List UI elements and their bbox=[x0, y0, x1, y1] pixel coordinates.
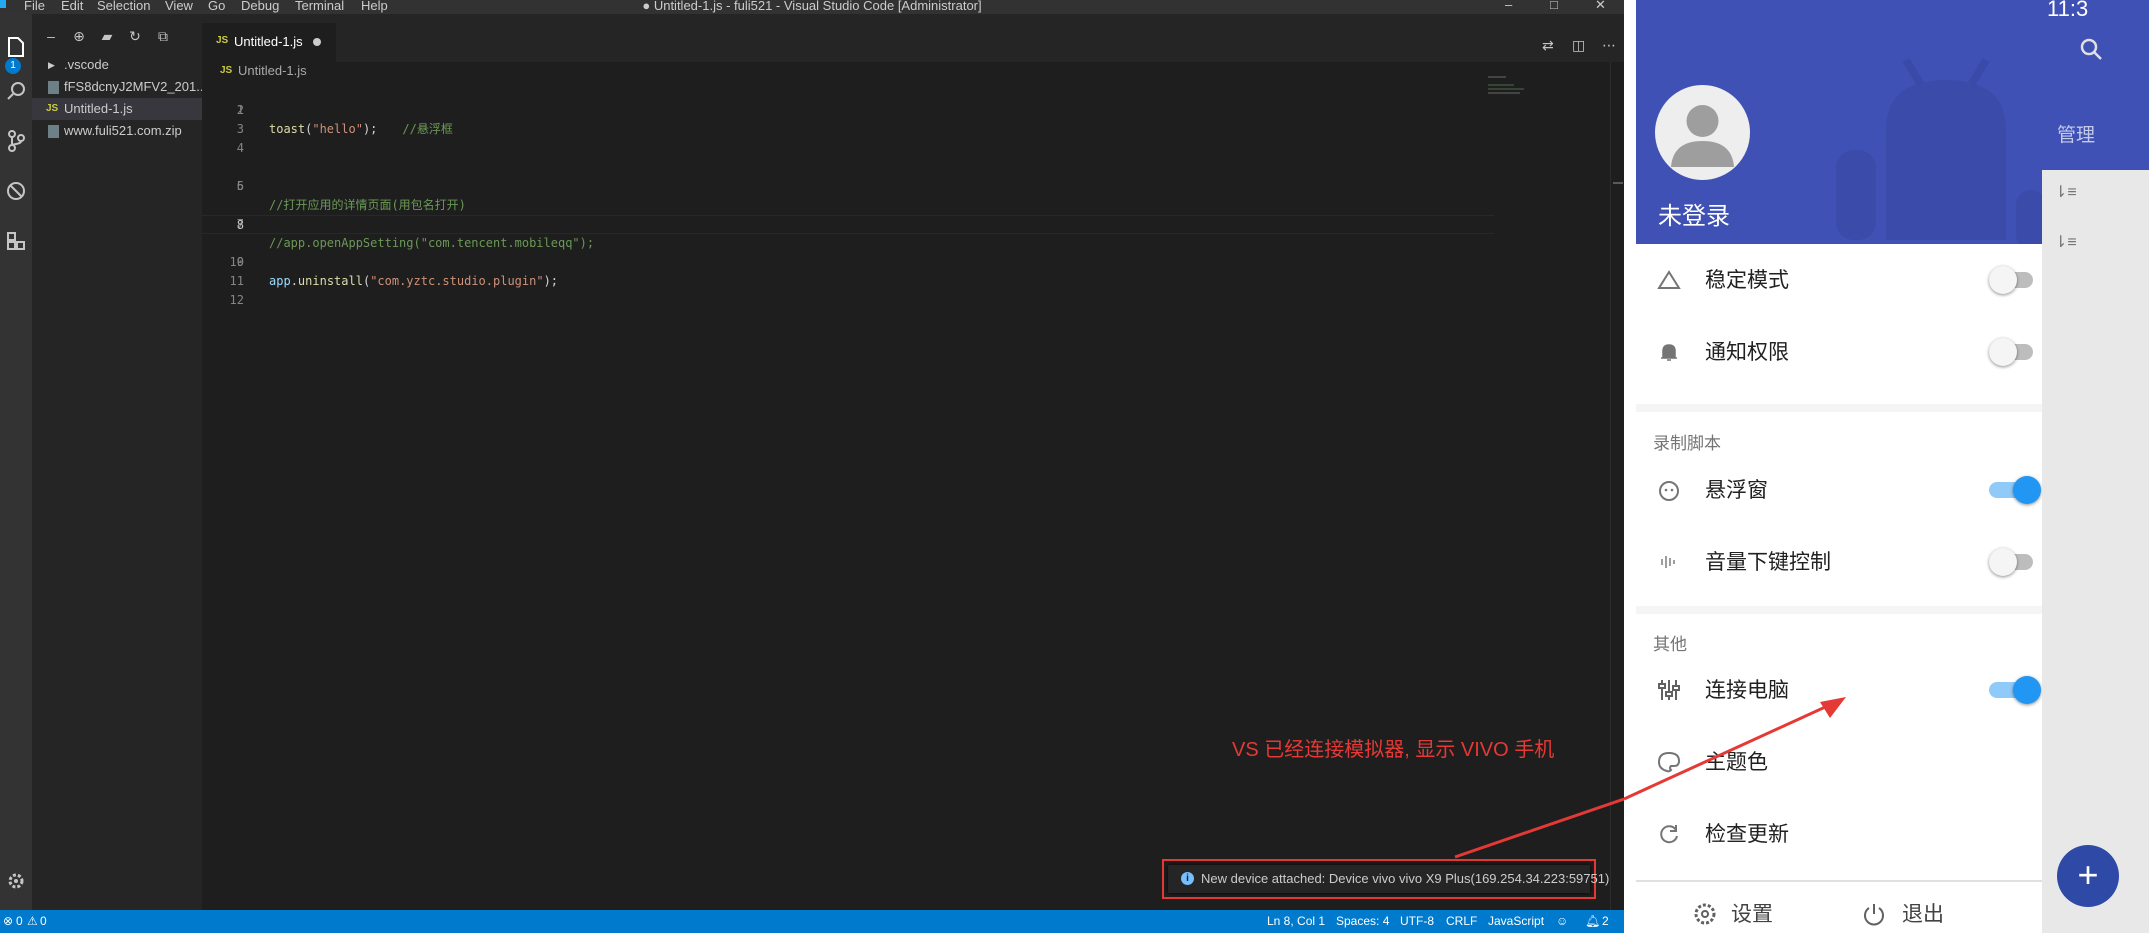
annotation-arrow bbox=[1624, 697, 1846, 801]
sort-icon[interactable]: ⇂≡ bbox=[2054, 232, 2077, 252]
android-screen: 未登录 稳定模式 通知权限 录制脚本 悬浮窗 音量下键控制 其他 连接电脑 主题… bbox=[1624, 0, 2149, 933]
background-app-panel: 11:3 管理 ⇂≡ ⇂≡ + bbox=[2042, 0, 2149, 933]
volume-key-switch[interactable] bbox=[1989, 548, 2037, 576]
floating-window-switch[interactable] bbox=[1989, 476, 2041, 504]
status-time: 11:3 bbox=[2047, 0, 2089, 21]
exit-button[interactable]: 退出 bbox=[1902, 898, 1944, 928]
connect-pc-switch[interactable] bbox=[1989, 676, 2041, 704]
manage-tab[interactable]: 管理 bbox=[2057, 120, 2095, 147]
add-fab-button[interactable]: + bbox=[2057, 845, 2119, 907]
vscode-window: File Edit Selection View Go Debug Termin… bbox=[0, 0, 1624, 933]
notify-permission-switch[interactable] bbox=[1989, 338, 2037, 366]
power-icon[interactable] bbox=[1860, 900, 1888, 928]
annotation-arrow bbox=[1454, 797, 1624, 859]
app-toolbar: 11:3 管理 bbox=[2042, 0, 2149, 170]
search-icon[interactable] bbox=[2080, 38, 2102, 60]
sort-icon[interactable]: ⇂≡ bbox=[2054, 182, 2077, 202]
stable-mode-switch[interactable] bbox=[1989, 266, 2037, 294]
android-robot-watermark-icon bbox=[1836, 57, 2042, 244]
